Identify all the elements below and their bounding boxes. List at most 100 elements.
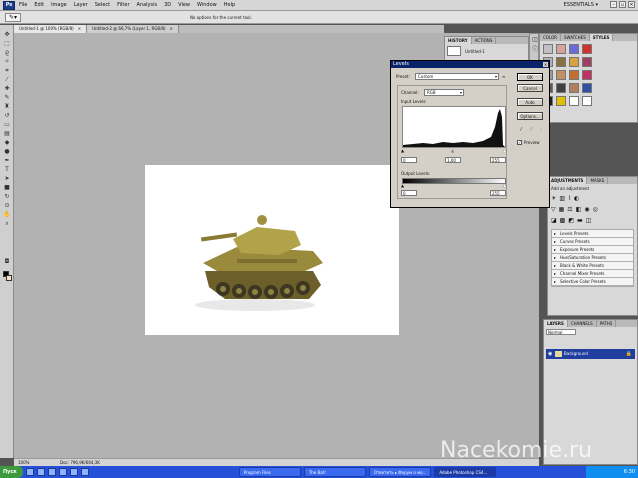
blend-mode-select[interactable]: Normal — [546, 329, 576, 335]
black-white-icon[interactable]: ◧ — [576, 206, 582, 213]
style-swatch[interactable] — [582, 96, 592, 106]
list-item[interactable]: Channel Mixer Presets — [552, 270, 633, 278]
path-select-tool-icon[interactable]: ➤ — [2, 175, 12, 183]
dodge-tool-icon[interactable]: ● — [2, 148, 12, 156]
task-forum[interactable]: Ответить ▸ Форум о мо... — [368, 467, 432, 477]
tab-untitled-2[interactable]: Untitled-2 @ 66,7% (Layer 1, RGB/8) × — [87, 25, 179, 33]
style-swatch[interactable] — [556, 57, 566, 67]
style-swatch[interactable] — [569, 96, 579, 106]
exposure-icon[interactable]: ◐ — [574, 195, 579, 202]
tab-actions[interactable]: ACTIONS — [472, 37, 497, 44]
task-program-files[interactable]: Program Files — [238, 467, 301, 477]
channel-mixer-icon[interactable]: ◎ — [593, 206, 598, 213]
menu-file[interactable]: File — [19, 2, 27, 8]
maximize-icon[interactable]: ▫ — [619, 1, 626, 8]
quick-launch-icon[interactable] — [69, 468, 78, 476]
menu-image[interactable]: Image — [51, 2, 67, 8]
selective-color-icon[interactable]: ◫ — [586, 217, 592, 224]
preset-select[interactable]: Custom ▾ — [415, 73, 499, 80]
layer-row-background[interactable]: ◉ Background 🔒 — [546, 349, 635, 359]
preset-menu-icon[interactable]: ≡ — [502, 74, 505, 79]
close-icon[interactable]: × — [543, 62, 548, 67]
list-item[interactable]: Hue/Saturation Presets — [552, 254, 633, 262]
tab-paths[interactable]: PATHS — [597, 320, 617, 327]
style-swatch[interactable] — [582, 83, 592, 93]
levels-icon[interactable]: ▥ — [559, 195, 565, 202]
style-swatch[interactable] — [582, 70, 592, 80]
list-item[interactable]: Curves Presets — [552, 238, 633, 246]
photo-filter-icon[interactable]: ◉ — [584, 206, 589, 213]
tab-channels[interactable]: CHANNELS — [568, 320, 597, 327]
ok-button[interactable]: OK — [517, 73, 543, 81]
curves-icon[interactable]: ⌇ — [568, 195, 571, 202]
color-balance-icon[interactable]: ⚖ — [567, 206, 572, 213]
posterize-icon[interactable]: ▩ — [560, 217, 566, 224]
lasso-tool-icon[interactable]: ϱ — [2, 49, 12, 57]
menu-3d[interactable]: 3D — [164, 2, 171, 8]
cancel-button[interactable]: Cancel — [517, 84, 543, 92]
white-point-slider[interactable]: ▲ — [503, 148, 506, 153]
quick-launch-icon[interactable] — [36, 468, 45, 476]
eraser-tool-icon[interactable]: ▭ — [2, 121, 12, 129]
tab-color[interactable]: COLOR — [540, 34, 561, 41]
style-swatch[interactable] — [582, 44, 592, 54]
output-white-field[interactable]: 255 — [490, 190, 506, 196]
marquee-tool-icon[interactable]: ⬚ — [2, 40, 12, 48]
menu-edit[interactable]: Edit — [34, 2, 44, 8]
input-white-field[interactable]: 255 — [490, 157, 506, 163]
gamma-slider[interactable]: ▲ — [451, 148, 454, 153]
menu-filter[interactable]: Filter — [117, 2, 129, 8]
menu-analysis[interactable]: Analysis — [137, 2, 158, 8]
menu-view[interactable]: View — [178, 2, 190, 8]
style-swatch[interactable] — [569, 57, 579, 67]
close-icon[interactable]: × — [628, 1, 635, 8]
move-tool-icon[interactable]: ✥ — [2, 31, 12, 39]
quick-launch-icon[interactable] — [25, 468, 34, 476]
quick-select-tool-icon[interactable]: ✧ — [2, 58, 12, 66]
preview-checkbox[interactable]: ✓ — [517, 140, 522, 145]
quick-launch-icon[interactable] — [80, 468, 89, 476]
style-swatch[interactable] — [582, 57, 592, 67]
style-swatch[interactable] — [556, 83, 566, 93]
menu-layer[interactable]: Layer — [74, 2, 88, 8]
vibrance-icon[interactable]: ▽ — [551, 206, 556, 213]
style-swatch[interactable] — [556, 70, 566, 80]
brightness-icon[interactable]: ☀ — [551, 195, 556, 202]
close-icon[interactable]: × — [170, 25, 173, 33]
healing-tool-icon[interactable]: ✚ — [2, 85, 12, 93]
input-gamma-field[interactable]: 1,00 — [445, 157, 461, 163]
start-button[interactable]: Пуск — [0, 466, 23, 478]
3d-orbit-tool-icon[interactable]: ⊙ — [2, 202, 12, 210]
gradient-map-icon[interactable]: ▬ — [577, 217, 583, 224]
background-color-swatch[interactable] — [6, 275, 12, 281]
crop-tool-icon[interactable]: ⌗ — [2, 67, 12, 75]
menu-help[interactable]: Help — [224, 2, 235, 8]
tab-history[interactable]: HISTORY — [445, 37, 472, 44]
auto-button[interactable]: Auto — [517, 98, 543, 106]
white-eyedropper-icon[interactable]: ⁄ — [538, 127, 544, 133]
list-item[interactable]: Levels Presets — [552, 230, 633, 238]
shape-tool-icon[interactable]: ■ — [2, 184, 12, 192]
list-item[interactable]: Black & White Presets — [552, 262, 633, 270]
tab-swatches[interactable]: SWATCHES — [561, 34, 590, 41]
close-icon[interactable]: × — [78, 25, 81, 33]
hue-saturation-icon[interactable]: ▦ — [559, 206, 565, 213]
quick-launch-icon[interactable] — [47, 468, 56, 476]
gradient-tool-icon[interactable]: ▤ — [2, 130, 12, 138]
tab-layers[interactable]: LAYERS — [544, 320, 568, 327]
hand-tool-icon[interactable]: ✋ — [2, 211, 12, 219]
menu-window[interactable]: Window — [197, 2, 217, 8]
style-swatch[interactable] — [556, 96, 566, 106]
style-swatch[interactable] — [569, 70, 579, 80]
history-item[interactable]: Untitled-1 — [445, 44, 528, 58]
list-item[interactable]: Selective Color Presets — [552, 278, 633, 286]
workspace-switcher[interactable]: ESSENTIALS ▾ — [564, 2, 598, 8]
threshold-icon[interactable]: ◩ — [568, 217, 574, 224]
tab-untitled-1[interactable]: Untitled-1 @ 100% (RGB/8) × — [14, 25, 88, 33]
tab-masks[interactable]: MASKS — [587, 177, 609, 184]
channel-select[interactable]: RGB ▾ — [424, 89, 464, 96]
eye-icon[interactable]: ◉ — [548, 349, 552, 359]
task-the-bat[interactable]: The Bat! — [303, 467, 366, 477]
list-item[interactable]: Exposure Presets — [552, 246, 633, 254]
quick-mask-icon[interactable]: ◘ — [2, 258, 12, 266]
